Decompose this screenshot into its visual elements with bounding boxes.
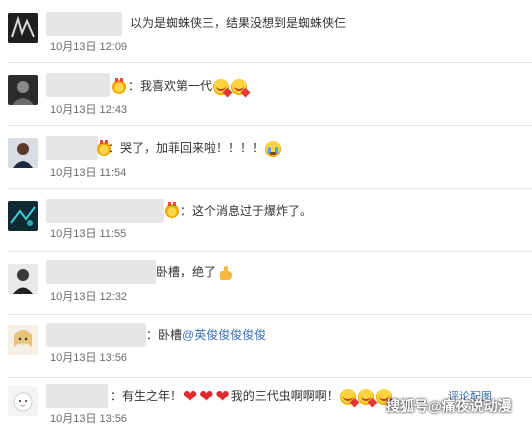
user-avatar-icon — [8, 386, 38, 416]
comment-text: ：卧槽@英俊俊俊俊俊 — [146, 327, 266, 343]
user-avatar-icon — [8, 264, 38, 294]
comment-timestamp: 10月13日 12:32 — [50, 291, 128, 303]
blurred-username[interactable] — [46, 260, 156, 284]
comment-row-2: ：我喜欢第一代 10月13日 12:43 — [0, 63, 532, 125]
user-avatar-icon — [8, 13, 38, 43]
blurred-username[interactable] — [46, 73, 110, 97]
blurred-username[interactable] — [46, 323, 146, 347]
love-face-emoji — [357, 388, 374, 405]
comment-text: ：哭了，加菲回来啦！！！！ — [108, 140, 282, 157]
blurred-username[interactable] — [46, 199, 164, 223]
avatar[interactable] — [8, 264, 38, 294]
avatar[interactable] — [8, 75, 38, 105]
heart-emoji: ❤ — [215, 386, 230, 406]
comment-row-3: ：哭了，加菲回来啦！！！！ 10月13日 11:54 — [0, 126, 532, 188]
avatar[interactable] — [8, 325, 38, 355]
comment-row-4: ：这个消息过于爆炸了。 10月13日 11:55 — [0, 189, 532, 251]
love-face-emoji — [213, 78, 230, 95]
comment-text-body: ：我喜欢第一代 — [128, 79, 213, 93]
user-mention-link[interactable]: @英俊俊俊俊俊 — [182, 328, 266, 342]
avatar[interactable] — [8, 138, 38, 168]
comment-timestamp: 10月13日 13:56 — [50, 352, 128, 364]
blurred-username[interactable] — [46, 384, 108, 408]
comment-text-end: 我的三代虫啊啊啊！ — [230, 389, 339, 403]
love-face-emoji — [231, 78, 248, 95]
vip-badge-icon — [112, 78, 126, 94]
comment-row-6: ：卧槽@英俊俊俊俊俊 10月13日 13:56 — [0, 315, 532, 377]
comment-text: ：我喜欢第一代 — [128, 78, 248, 95]
comment-text-body: ：卧槽 — [146, 328, 183, 342]
user-avatar-icon — [8, 75, 38, 105]
thumbs-up-emoji — [218, 265, 234, 281]
comment-text-body: 卧槽，绝了 — [156, 265, 217, 279]
comment-text: 以为是蜘蛛侠三，结果没想到是蜘蛛侠仨 — [130, 16, 347, 30]
comment-timestamp: 10月13日 11:55 — [50, 228, 127, 240]
blurred-username[interactable] — [46, 136, 98, 160]
comment-row-5: 卧槽，绝了 10月13日 12:32 — [0, 252, 532, 314]
blurred-username[interactable] — [46, 12, 122, 36]
user-avatar-icon — [8, 325, 38, 355]
avatar[interactable] — [8, 386, 38, 416]
comment-timestamp: 10月13日 13:56 — [50, 413, 128, 425]
heart-emoji: ❤ — [199, 386, 214, 406]
crying-face-emoji — [265, 140, 282, 157]
comment-text-body: ：哭了，加菲回来啦！！！！ — [108, 141, 265, 155]
comment-row-1: 以为是蜘蛛侠三，结果没想到是蜘蛛侠仨 10月13日 12:09 — [0, 0, 532, 62]
user-avatar-icon — [8, 138, 38, 168]
comment-text: ：这个消息过于爆炸了。 — [180, 204, 313, 218]
love-face-emoji — [339, 388, 356, 405]
comment-text: ：有生之年！❤ ❤ ❤我的三代虫啊啊啊！ — [110, 388, 393, 405]
comment-feed: 以为是蜘蛛侠三，结果没想到是蜘蛛侠仨 10月13日 12:09 ：我喜欢第一代 … — [0, 0, 532, 426]
comment-text: 卧槽，绝了 — [156, 264, 234, 281]
comment-timestamp: 10月13日 12:43 — [50, 104, 128, 116]
avatar[interactable] — [8, 13, 38, 43]
heart-emoji: ❤ — [183, 386, 198, 406]
vip-badge-icon — [165, 202, 179, 218]
watermark: 搜狐号@痛夜说动漫 — [386, 398, 512, 414]
comment-timestamp: 10月13日 11:54 — [50, 167, 127, 179]
avatar[interactable] — [8, 201, 38, 231]
comment-timestamp: 10月13日 12:09 — [50, 41, 128, 53]
comment-text-start: ：有生之年！ — [110, 389, 183, 403]
user-avatar-icon — [8, 201, 38, 231]
